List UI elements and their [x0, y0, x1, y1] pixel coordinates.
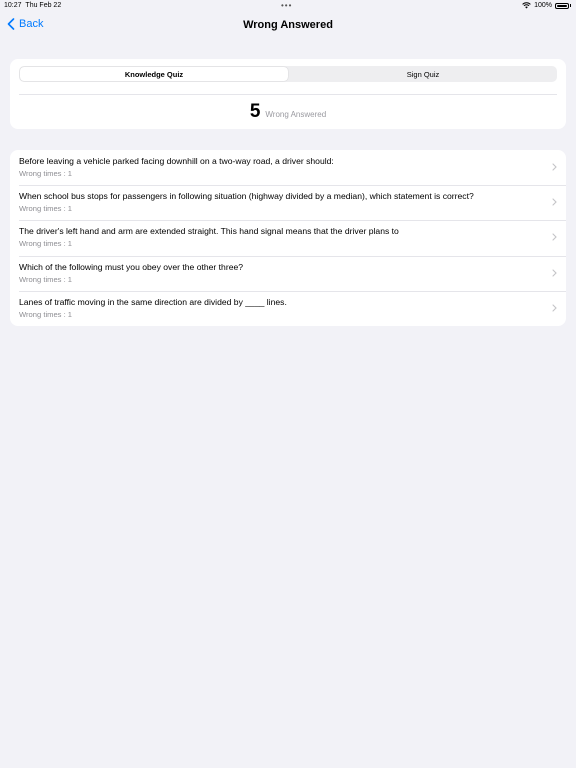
- chevron-right-icon: [552, 233, 557, 241]
- question-text: Which of the following must you obey ove…: [19, 261, 244, 272]
- list-item[interactable]: The driver's left hand and arm are exten…: [10, 220, 566, 255]
- battery-cap: [570, 4, 571, 7]
- battery-icon: [555, 2, 569, 9]
- status-right: 100%: [522, 2, 571, 9]
- wifi-icon: [522, 2, 531, 9]
- quiz-type-segmented-control: Knowledge Quiz Sign Quiz: [19, 66, 557, 82]
- wrong-count-label: Wrong Answered: [265, 110, 327, 119]
- wrong-times: Wrong times : 1: [19, 309, 73, 319]
- question-text: Before leaving a vehicle parked facing d…: [19, 156, 334, 166]
- list-item[interactable]: When school bus stops for passengers in …: [10, 185, 566, 220]
- chevron-right-icon: [552, 163, 557, 171]
- status-time: 10:27 Thu Feb 22: [4, 2, 62, 9]
- wrong-questions-list: Before leaving a vehicle parked facing d…: [10, 150, 566, 326]
- wrong-times: Wrong times : 1: [19, 274, 73, 284]
- page-title: Wrong Answered: [243, 19, 333, 31]
- battery-percent: 100%: [534, 2, 552, 9]
- question-text: Lanes of traffic moving in the same dire…: [19, 296, 287, 307]
- chevron-right-icon: [552, 269, 557, 277]
- divider: [19, 94, 557, 95]
- list-item[interactable]: Before leaving a vehicle parked facing d…: [10, 150, 566, 185]
- chevron-right-icon: [552, 198, 557, 206]
- summary-card: Knowledge Quiz Sign Quiz 5 Wrong Answere…: [10, 59, 566, 129]
- status-date: Thu Feb 22: [25, 2, 62, 9]
- segment-sign-quiz[interactable]: Sign Quiz: [289, 66, 557, 82]
- wrong-times: Wrong times : 1: [19, 239, 73, 249]
- chevron-right-icon: [552, 304, 557, 312]
- navigation-bar: Back Wrong Answered: [0, 12, 576, 40]
- wrong-times: Wrong times : 1: [19, 169, 73, 178]
- wrong-count: 5: [249, 101, 261, 122]
- question-text: The driver's left hand and arm are exten…: [19, 226, 399, 237]
- status-bar: 10:27 Thu Feb 22 ••• 100%: [0, 0, 576, 12]
- question-text: When school bus stops for passengers in …: [19, 191, 474, 202]
- multitasking-dots-icon[interactable]: •••: [281, 1, 292, 10]
- segment-knowledge-quiz[interactable]: Knowledge Quiz: [20, 67, 288, 81]
- wrong-times: Wrong times : 1: [19, 204, 73, 214]
- list-item[interactable]: Lanes of traffic moving in the same dire…: [10, 290, 566, 326]
- wrong-count-summary: 5 Wrong Answered: [10, 101, 566, 123]
- list-item[interactable]: Which of the following must you obey ove…: [10, 255, 566, 291]
